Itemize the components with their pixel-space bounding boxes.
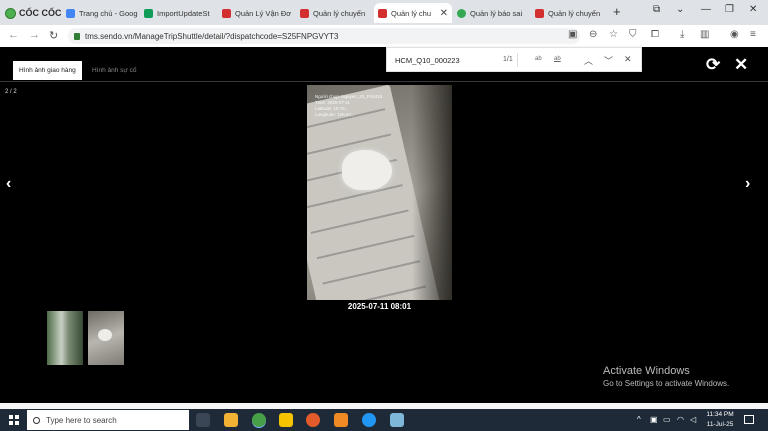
tab-label: Quản lý chuyến <box>548 8 601 18</box>
close-viewer-icon[interactable]: ✕ <box>734 55 748 75</box>
browser-tab-strip: CỐC CỐC Trang chủ - Goog ImportUpdateSt … <box>0 0 768 25</box>
photo-package-shape <box>342 150 392 190</box>
back-arrow-icon[interactable]: ← <box>8 29 19 41</box>
find-next-chevron-down-icon[interactable]: ﹀ <box>604 54 613 67</box>
sendo-favicon-icon <box>535 8 544 18</box>
sidebar-icon[interactable]: ▥ <box>700 29 709 40</box>
app-icon[interactable] <box>390 413 404 427</box>
tab-incident-images[interactable]: Hình ảnh sự cố <box>92 61 136 80</box>
whole-word-button[interactable]: ab <box>554 56 561 62</box>
tray-chevron-up-icon[interactable]: ^ <box>637 415 641 424</box>
viewer-tabs: Hình ảnh giao hàng Hình ảnh sự cố <box>0 61 768 82</box>
tab-close-icon[interactable]: ✕ <box>440 8 448 19</box>
wifi-icon[interactable]: ◠ <box>677 415 684 424</box>
find-match-count: 1/1 <box>503 56 513 63</box>
coccoc-logo[interactable]: CỐC CỐC <box>5 5 62 21</box>
tab-label: Quản lý báo sai <box>470 8 523 18</box>
tab-delivery-images[interactable]: Hình ảnh giao hàng <box>13 61 82 80</box>
find-divider <box>517 53 518 67</box>
find-prev-chevron-up-icon[interactable]: ︿ <box>584 54 593 67</box>
shield-icon[interactable]: ⛉ <box>629 29 637 40</box>
tab-quan-ly-chuyen-2[interactable]: Quản lý chuyến <box>531 3 609 23</box>
activate-windows-watermark: Activate Windows Go to Settings to activ… <box>603 365 729 388</box>
extensions-icon[interactable]: ⧠ <box>651 29 659 40</box>
image-counter: 2 / 2 <box>5 89 17 95</box>
address-toolbar: ← → ↻ tms.sendo.vn/ManageTripShuttle/det… <box>0 25 768 48</box>
tab-google-home[interactable]: Trang chủ - Goog <box>62 3 138 23</box>
tab-quan-ly-chuyen[interactable]: Quản lý chuyến <box>296 3 372 23</box>
brand-label: CỐC CỐC <box>19 8 62 18</box>
tab-label: Quản lý chu <box>391 8 432 18</box>
sendo-favicon-icon <box>222 8 231 18</box>
notification-icon[interactable] <box>744 415 754 424</box>
forward-arrow-icon[interactable]: → <box>29 29 40 41</box>
tab-label: Trang chủ - Goog <box>79 8 138 18</box>
clock-date: 11-Jul-25 <box>706 421 734 428</box>
windows-start-icon[interactable] <box>9 415 19 425</box>
watermark-line: Longitude: 106.67... <box>315 112 355 117</box>
coccoc-logo-icon <box>5 7 16 19</box>
thumbnail-2[interactable] <box>88 311 124 365</box>
tab-quan-ly-chu-active[interactable]: Quản lý chu ✕ <box>374 3 452 23</box>
match-case-button[interactable]: ab <box>535 56 542 62</box>
clock-time: 11:34 PM <box>706 411 734 418</box>
task-view-icon[interactable] <box>196 413 210 427</box>
tab-quan-ly-van-don[interactable]: Quản Lý Vận Đơ <box>218 3 294 23</box>
activate-title: Activate Windows <box>603 365 690 377</box>
sendo-favicon-icon <box>300 8 309 18</box>
taskbar-search[interactable]: Type here to search <box>27 410 189 430</box>
delivery-photo: Người chụp: Nguyen_23_P44415 Time: 2025-… <box>307 85 452 300</box>
lock-icon <box>74 32 80 40</box>
activate-subtitle: Go to Settings to activate Windows. <box>603 379 730 388</box>
menu-icon[interactable]: ≡ <box>750 29 756 40</box>
find-input[interactable]: HCM_Q10_000223 <box>395 56 460 65</box>
favicon-icon <box>457 8 466 18</box>
url-bar[interactable]: tms.sendo.vn/ManageTripShuttle/detail/?d… <box>68 28 580 44</box>
image-viewer: Hình ảnh giao hàng Hình ảnh sự cố 2 / 2 … <box>0 47 768 403</box>
sticky-notes-icon[interactable] <box>279 413 293 427</box>
search-icon <box>33 416 40 424</box>
minimize-button[interactable]: — <box>701 4 711 15</box>
download-icon[interactable]: ⤓ <box>680 29 684 40</box>
windows-taskbar: Type here to search ^ ▣ ▭ ◠ ◁ 11:34 PM 1… <box>0 409 768 431</box>
tab-quan-ly-bao-sai[interactable]: Quản lý báo sai <box>453 3 531 23</box>
sheets-favicon-icon <box>144 8 153 18</box>
zalo-icon[interactable] <box>362 413 376 427</box>
thumbnail-1[interactable] <box>47 311 83 365</box>
page-reader-icon[interactable]: ▣ <box>568 29 577 40</box>
rotate-icon[interactable]: ⟳ <box>706 55 720 75</box>
zoom-icon[interactable]: ⊖ <box>589 29 597 40</box>
app-icon[interactable] <box>334 413 348 427</box>
find-close-icon[interactable]: ✕ <box>624 54 632 65</box>
tab-label: Quản Lý Vận Đơ <box>235 8 292 18</box>
taskbar-clock[interactable]: 11:34 PM 11-Jul-25 <box>703 410 737 430</box>
prev-image-arrow-icon[interactable]: ‹ <box>6 175 11 193</box>
url-text: tms.sendo.vn/ManageTripShuttle/detail/?d… <box>85 31 339 41</box>
google-drive-favicon-icon <box>66 8 75 18</box>
find-in-page-bar: HCM_Q10_000223 1/1 ab ab ︿ ﹀ ✕ <box>386 47 642 72</box>
coccoc-taskbar-icon[interactable] <box>252 413 266 427</box>
menu-chevron-icon[interactable]: ⌄ <box>676 4 684 15</box>
tab-label: Quản lý chuyến <box>313 8 366 18</box>
volume-icon[interactable]: ◁ <box>690 415 696 424</box>
screenshot-icon[interactable]: ⧉ <box>653 4 660 15</box>
search-placeholder: Type here to search <box>46 415 117 425</box>
photo-watermark: Người chụp: Nguyen_23_P44415 Time: 2025-… <box>315 94 382 118</box>
sendo-favicon-icon <box>378 8 387 18</box>
file-explorer-icon[interactable] <box>224 413 238 427</box>
app-icon[interactable] <box>306 413 320 427</box>
photo-timestamp: 2025-07-11 08:01 <box>347 302 412 311</box>
battery-icon[interactable]: ▭ <box>663 415 671 424</box>
tray-app-icon[interactable]: ▣ <box>650 415 658 424</box>
restore-button[interactable]: ❐ <box>725 4 734 15</box>
next-image-arrow-icon[interactable]: › <box>745 175 750 193</box>
new-tab-button[interactable]: + <box>613 4 621 19</box>
bookmark-star-icon[interactable]: ☆ <box>609 29 618 40</box>
photo-shadow-shape <box>412 85 452 300</box>
tab-label: ImportUpdateSt <box>157 8 210 18</box>
tab-import-update[interactable]: ImportUpdateSt <box>140 3 218 23</box>
profile-icon[interactable]: ◉ <box>730 29 739 40</box>
reload-icon[interactable]: ↻ <box>49 29 58 42</box>
close-window-button[interactable]: ✕ <box>749 4 757 15</box>
